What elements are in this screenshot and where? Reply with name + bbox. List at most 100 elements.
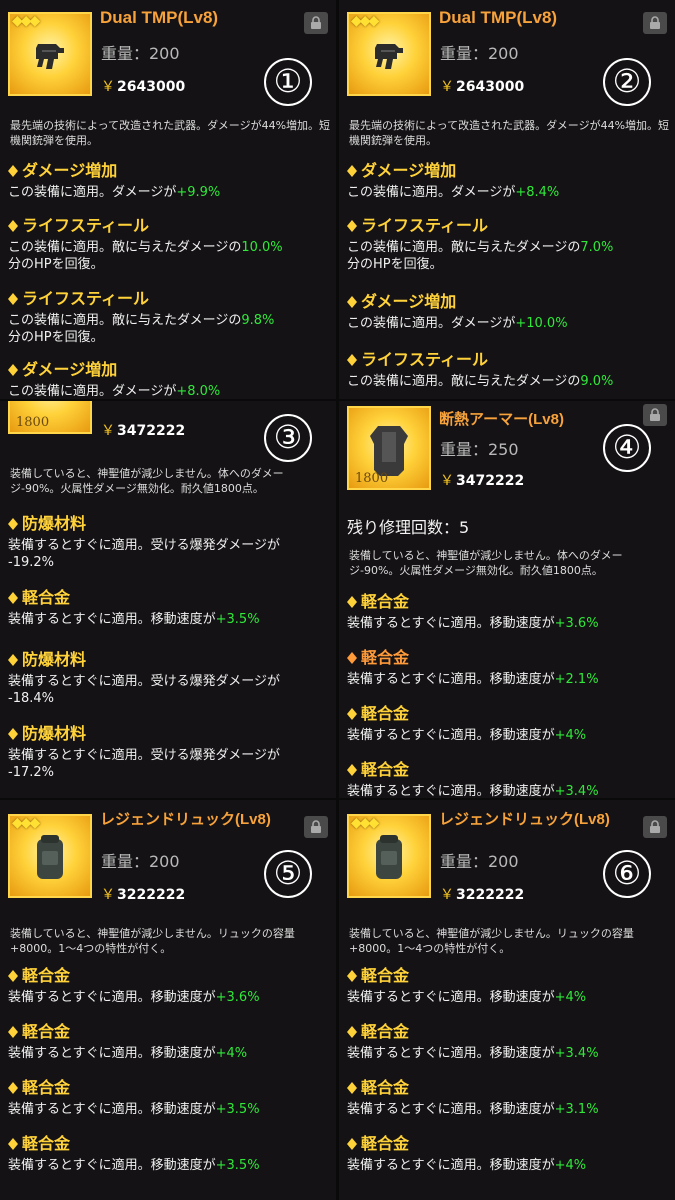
trait-2: 軽合金 装備するとすぐに適用。移動速度が+3.4% [347,1018,675,1062]
trait-text: 装備するとすぐに適用。移動速度が [8,1158,216,1173]
item-description: 装備していると、神聖値が減少しません。体へのダメージ-90%。火属性ダメージ無効… [10,467,284,495]
trait-text: この装備に適用。敵に与えたダメージの [8,240,242,255]
trait-4: 軽合金 装備するとすぐに適用。移動速度が+4% [347,1130,675,1174]
trait-value: +4% [554,728,587,743]
trait-3: 軽合金 装備するとすぐに適用。移動速度が+4% [347,700,675,744]
trait-1: 軽合金 装備するとすぐに適用。移動速度が+4% [347,962,675,1006]
trait-text: この装備に適用。ダメージが [8,384,177,399]
item-weight: 重量：250 [440,440,519,459]
trait-text: 装備するとすぐに適用。移動速度が [347,616,555,631]
lock-button[interactable] [643,12,667,34]
item-thumbnail[interactable]: ◆◆◆ [347,12,431,96]
trait-title: 防爆材料 [22,650,87,669]
diamond-icon [347,970,357,982]
item-weight: 重量：200 [440,44,519,63]
trait-value: +3.6% [554,616,599,631]
trait-title: ダメージ増加 [22,360,118,379]
price-value: 3222222 [456,887,525,903]
trait-value: +2.1% [554,672,599,687]
item-description: 最先端の技術によって改造された武器。ダメージが44%増加。短機関銃弾を使用。 [10,119,331,147]
trait-value: +3.5% [215,612,260,627]
trait-value: 7.0% [580,240,614,255]
trait-title: ダメージ増加 [22,161,118,180]
trait-title: ダメージ増加 [361,161,457,180]
lock-icon [311,16,321,29]
trait-value: +3.4% [554,1046,599,1061]
yen-icon: ￥ [440,79,454,95]
lock-icon [650,820,660,833]
trait-text: この装備に適用。敵に与えたダメージの [8,313,242,328]
trait-value: +4% [215,1046,248,1061]
trait-1: 防爆材料 装備するとすぐに適用。受ける爆発ダメージが -19.2% [8,510,336,571]
lock-button[interactable] [643,404,667,426]
trait-title: 軽合金 [361,1134,410,1153]
diamond-icon [347,1026,357,1038]
trait-text: 装備するとすぐに適用。移動速度が [8,1046,216,1061]
item-thumbnail[interactable]: ◆◆◆ [347,814,431,898]
diamond-icon [8,1138,18,1150]
trait-text: 装備するとすぐに適用。移動速度が [8,1102,216,1117]
trait-value: -18.4% [8,691,54,706]
trait-title: 軽合金 [22,966,71,985]
trait-title: 防爆材料 [22,724,87,743]
smg-icon [375,43,403,69]
item-name: 断熱アーマー(Lv8) [439,411,564,428]
diamond-icon [8,728,18,740]
rarity-stars: ◆◆◆ [351,13,379,29]
rarity-stars: ◆◆◆ [351,815,379,831]
trait-title: 軽合金 [361,1078,410,1097]
item-name: Dual TMP(Lv8) [100,8,219,27]
trait-3: 防爆材料 装備するとすぐに適用。受ける爆発ダメージが -18.4% [8,646,336,707]
panel-number: ⑥ [603,850,651,898]
trait-title: 軽合金 [361,704,410,723]
diamond-icon [8,654,18,666]
trait-title: 軽合金 [361,966,410,985]
trait-value: +10.0% [515,316,568,331]
item-thumbnail[interactable]: 1800 [8,400,92,434]
lock-icon [311,820,321,833]
item-thumbnail[interactable]: ◆◆◆ [8,12,92,96]
item-thumbnail[interactable]: ◆◆◆ [8,814,92,898]
trait-title: 軽合金 [361,592,410,611]
item-price: ￥ 2643000 [440,76,524,96]
item-thumbnail[interactable]: 1800 [347,406,431,490]
trait-text: 装備するとすぐに適用。移動速度が [347,1102,555,1117]
diamond-icon [347,1138,357,1150]
diamond-icon [347,165,357,177]
trait-text: 装備するとすぐに適用。移動速度が [347,990,555,1005]
item-price: ￥ 3472222 [440,470,524,490]
trait-value: +3.5% [215,1158,260,1173]
item-weight: 重量：200 [101,44,180,63]
trait-value: +9.9% [176,185,221,200]
lock-icon [650,408,660,421]
lock-button[interactable] [304,12,328,34]
diamond-icon [8,970,18,982]
diamond-icon [8,165,18,177]
diamond-icon [8,1082,18,1094]
trait-value: 10.0% [241,240,283,255]
durability-value: 1800 [355,471,389,486]
diamond-icon [347,708,357,720]
item-name: レジェンドリュック(Lv8) [439,811,610,828]
trait-2: 軽合金 装備するとすぐに適用。移動速度が+3.5% [8,584,336,628]
diamond-icon [8,220,18,232]
trait-text: 装備するとすぐに適用。受ける爆発ダメージが [8,748,280,763]
item-panel-4: 1800 断熱アーマー(Lv8) 重量：250 ￥ 3472222 ④ 残り修理回… [339,400,675,798]
trait-text-2: 分のHPを回復。 [8,257,104,272]
trait-text: この装備に適用。ダメージが [8,185,177,200]
item-price: ￥ 2643000 [101,76,185,96]
trait-title: 軽合金 [22,1022,71,1041]
trait-text-2: 分のHPを回復。 [347,257,443,272]
trait-title: 軽合金 [22,1134,71,1153]
item-name: Dual TMP(Lv8) [439,8,558,27]
trait-title: 軽合金 [22,588,71,607]
trait-value: -17.2% [8,765,54,780]
lock-button[interactable] [643,816,667,838]
trait-2: ライフスティール この装備に適用。敵に与えたダメージの10.0% 分のHPを回復… [8,212,336,273]
lock-button[interactable] [304,816,328,838]
price-value: 3472222 [117,423,186,439]
trait-title: ライフスティール [22,216,150,235]
diamond-icon [8,518,18,530]
trait-2: 軽合金 装備するとすぐに適用。移動速度が+4% [8,1018,336,1062]
diamond-icon [347,220,357,232]
